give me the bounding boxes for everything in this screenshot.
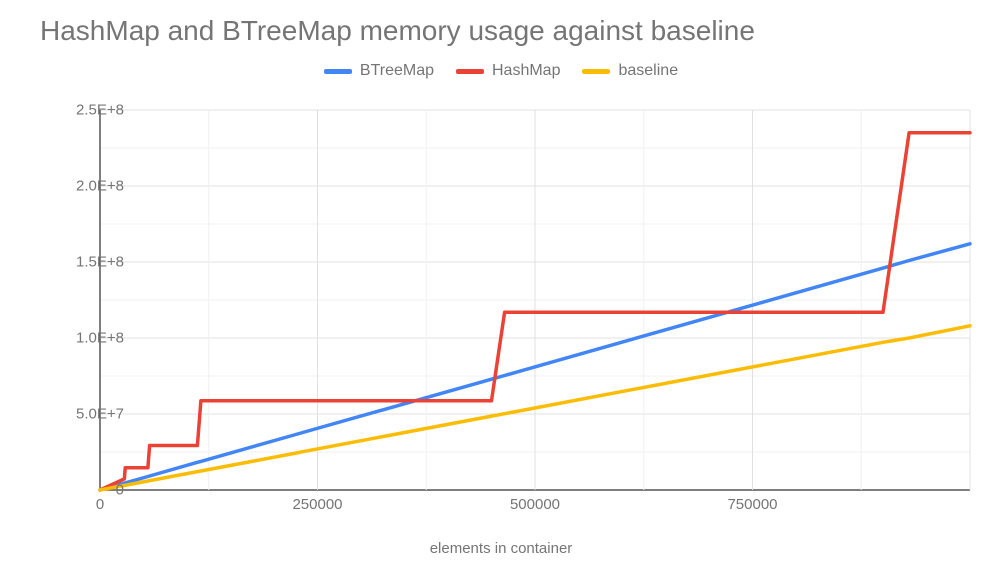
legend-item-hashmap: HashMap (456, 62, 560, 80)
legend-swatch-baseline (582, 69, 610, 74)
x-tick-label: 0 (96, 496, 104, 513)
y-tick-label: 0 (14, 482, 124, 499)
plot-svg (100, 110, 970, 490)
y-tick-label: 2.0E+8 (14, 178, 124, 195)
legend-item-baseline: baseline (582, 62, 678, 80)
x-tick-label: 500000 (510, 496, 560, 513)
gridlines (100, 110, 970, 490)
legend-label-hashmap: HashMap (492, 62, 560, 80)
plot-area (100, 110, 970, 490)
legend: BTreeMap HashMap baseline (0, 62, 1002, 80)
x-tick-label: 250000 (292, 496, 342, 513)
legend-item-btreemap: BTreeMap (324, 62, 434, 80)
chart-title: HashMap and BTreeMap memory usage agains… (40, 15, 755, 47)
x-tick-label: 750000 (727, 496, 777, 513)
y-tick-label: 5.0E+7 (14, 406, 124, 423)
legend-swatch-btreemap (324, 69, 352, 74)
chart-container: HashMap and BTreeMap memory usage agains… (0, 0, 1002, 570)
y-tick-label: 1.0E+8 (14, 330, 124, 347)
x-axis-title: elements in container (0, 540, 1002, 557)
legend-swatch-hashmap (456, 69, 484, 74)
legend-label-btreemap: BTreeMap (360, 62, 434, 80)
legend-label-baseline: baseline (618, 62, 678, 80)
y-tick-label: 2.5E+8 (14, 102, 124, 119)
y-tick-label: 1.5E+8 (14, 254, 124, 271)
